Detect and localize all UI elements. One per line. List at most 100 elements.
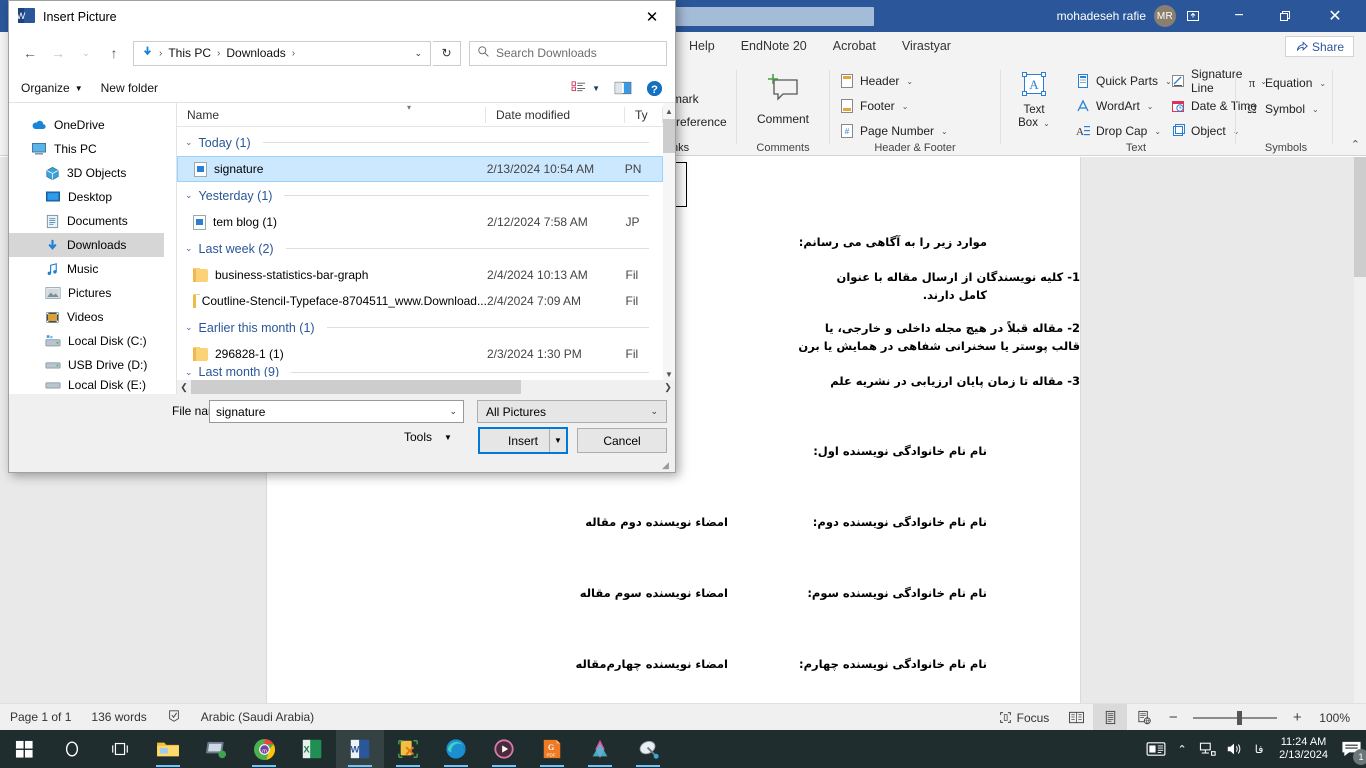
zoom-level[interactable]: 100% [1309,711,1360,725]
navpane-item-pictures[interactable]: Pictures [9,281,164,305]
recent-locations-button[interactable]: ⌄ [73,40,99,66]
scrollbar-thumb[interactable] [1354,157,1366,277]
breadcrumb-this-pc[interactable]: This PC [164,44,215,62]
header-button[interactable]: Header ⌄ [839,70,913,92]
column-header-date-modified[interactable]: Date modified [486,103,625,127]
group-header-today[interactable]: ⌄ Today (1) [177,129,663,156]
table-row[interactable]: business-statistics-bar-graph 2/4/2024 1… [177,262,663,288]
read-mode-button[interactable] [1059,704,1093,731]
comment-button[interactable]: Comment [740,68,826,126]
group-header-earlier-this-month[interactable]: ⌄ Earlier this month (1) [177,314,663,341]
scrollbar-thumb[interactable] [663,119,675,153]
object-button[interactable]: Object ⌄ [1170,120,1239,142]
scrollbar-thumb[interactable] [191,380,521,394]
navpane-item-videos[interactable]: Videos [9,305,164,329]
zoom-slider[interactable] [1185,704,1285,731]
word-count[interactable]: 136 words [81,710,156,724]
ribbon-display-options-button[interactable] [1170,0,1216,32]
new-folder-button[interactable]: New folder [101,81,158,95]
footer-button[interactable]: Footer ⌄ [839,95,908,117]
back-button[interactable]: ← [17,40,43,66]
chevron-down-icon[interactable]: ⌄ [185,367,193,377]
tab-help[interactable]: Help [676,35,728,57]
page-indicator[interactable]: Page 1 of 1 [0,710,81,724]
text-box-button[interactable]: A Text Box ⌄ [1007,70,1061,130]
file-list-vertical-scrollbar[interactable]: ▲ ▼ [663,103,675,382]
organize-button[interactable]: Organize ▼ [21,81,83,95]
zoom-out-button[interactable]: − [1161,704,1185,731]
insert-dropdown-button[interactable]: ▼ [549,429,566,452]
table-row[interactable]: signature 2/13/2024 10:54 AM PN [177,156,663,182]
navpane-item-downloads[interactable]: Downloads [9,233,164,257]
cross-reference-label[interactable]: -reference [672,115,727,129]
quick-parts-button[interactable]: Quick Parts ⌄ [1075,70,1172,92]
scroll-left-arrow[interactable]: ❮ [177,380,191,394]
start-button[interactable] [0,730,48,768]
zoom-thumb[interactable] [1237,710,1243,725]
volume-icon[interactable] [1221,730,1247,768]
print-layout-button[interactable] [1093,704,1128,731]
show-hidden-icons-button[interactable]: ⌃ [1169,730,1195,768]
page-number-button[interactable]: # Page Number ⌄ [839,120,948,142]
taskbar-gpdf[interactable]: G PDF [528,730,576,768]
column-header-type[interactable]: Ty [625,103,664,127]
group-header-last-week[interactable]: ⌄ Last week (2) [177,235,663,262]
web-layout-button[interactable] [1127,704,1161,731]
tab-acrobat[interactable]: Acrobat [820,35,889,57]
file-list-horizontal-scrollbar[interactable]: ❮ ❯ [177,380,675,394]
view-options-button[interactable]: ▼ [571,81,600,95]
clock[interactable]: 11:24 AM 2/13/2024 [1271,736,1336,762]
zoom-in-button[interactable]: + [1285,704,1309,731]
navpane-item-desktop[interactable]: Desktop [9,185,164,209]
tools-button[interactable]: Tools ▼ [404,430,452,444]
file-name-input[interactable]: signature ⌄ [209,400,464,423]
chevron-down-icon[interactable]: ⌄ [185,137,193,148]
taskbar-word[interactable]: W [336,730,384,768]
navpane-item-local-disk-e[interactable]: Local Disk (E:) [9,377,164,393]
taskbar-media-player[interactable] [480,730,528,768]
forward-button[interactable]: → [45,40,71,66]
chevron-down-icon[interactable]: ⌄ [185,322,193,333]
taskbar-remote-desktop[interactable] [192,730,240,768]
collapse-ribbon-button[interactable]: ⌃ [1351,138,1360,151]
scroll-right-arrow[interactable]: ❯ [661,380,675,394]
group-header-yesterday[interactable]: ⌄ Yesterday (1) [177,182,663,209]
equation-button[interactable]: π Equation ⌄ [1244,72,1326,94]
document-vertical-scrollbar[interactable] [1354,157,1366,703]
symbol-button[interactable]: Ω Symbol ⌄ [1244,98,1319,120]
taskbar-app-pink[interactable] [576,730,624,768]
dialog-close-button[interactable]: ✕ [629,1,675,32]
taskbar-edge[interactable] [432,730,480,768]
table-row[interactable]: 296828-1 (1) 2/3/2024 1:30 PM Fil [177,341,663,367]
navpane-item-usb-drive-d[interactable]: USB Drive (D:) [9,353,164,377]
tab-virastyar[interactable]: Virastyar [889,35,964,57]
breadcrumb-dropdown-icon[interactable]: ⌄ [414,48,426,59]
table-row[interactable]: tem blog (1) 2/12/2024 7:58 AM JP [177,209,663,235]
taskbar-excel[interactable]: X [288,730,336,768]
navpane-item-onedrive[interactable]: OneDrive [9,113,164,137]
share-button[interactable]: Share [1284,36,1354,57]
resize-grip[interactable]: ◢ [662,460,672,470]
proofing-icon[interactable] [157,709,191,726]
chevron-down-icon[interactable]: ⌄ [449,406,457,417]
chevron-down-icon[interactable]: ⌄ [185,243,193,254]
navpane-item-music[interactable]: Music [9,257,164,281]
breadcrumb-downloads[interactable]: Downloads [222,44,289,62]
minimize-button[interactable]: − [1216,0,1262,32]
word-search-box[interactable] [672,7,874,26]
help-button[interactable]: ? [646,80,663,97]
chevron-down-icon[interactable]: ⌄ [185,190,193,201]
language-indicator[interactable]: فا [1247,730,1271,768]
group-header-last-month[interactable]: ⌄ Last month (9) [177,367,663,377]
language-indicator[interactable]: Arabic (Saudi Arabia) [191,710,324,724]
navpane-item-documents[interactable]: Documents [9,209,164,233]
column-header-name[interactable]: Name [177,103,487,127]
taskbar-chrome[interactable]: m [240,730,288,768]
news-weather-icon[interactable] [1143,730,1169,768]
table-row[interactable]: Coutline-Stencil-Typeface-8704511_www.Do… [177,288,663,314]
restore-button[interactable] [1262,0,1308,32]
notifications-icon[interactable]: 1 [1336,730,1366,768]
scroll-up-arrow[interactable]: ▲ [663,103,675,119]
cancel-button[interactable]: Cancel [577,428,667,453]
drop-cap-button[interactable]: A Drop Cap ⌄ [1075,120,1161,142]
